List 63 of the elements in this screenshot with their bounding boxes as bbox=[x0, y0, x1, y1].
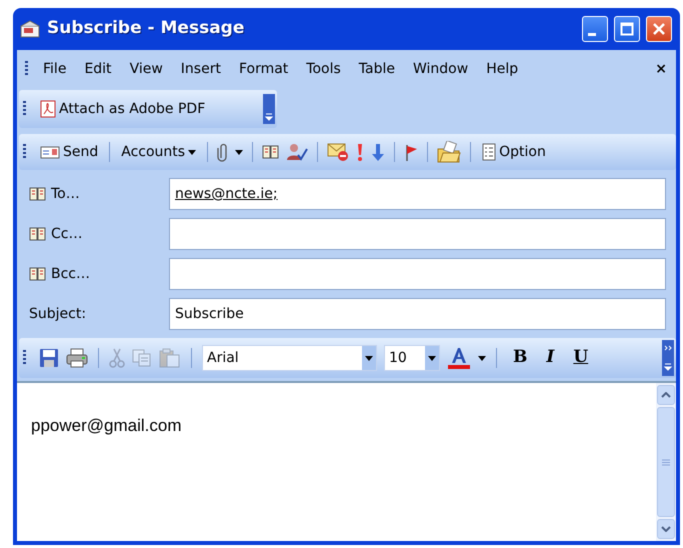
address-book-icon bbox=[29, 266, 47, 282]
folder-icon[interactable] bbox=[437, 141, 462, 163]
check-names-icon[interactable] bbox=[286, 143, 308, 161]
overflow-icon[interactable] bbox=[263, 94, 275, 124]
caret-icon bbox=[365, 356, 373, 360]
input-field[interactable]: news@ncte.ie; bbox=[169, 178, 666, 210]
accounts-button[interactable]: Accounts bbox=[119, 142, 198, 162]
menu-item[interactable]: Format bbox=[230, 56, 298, 82]
minimize-button[interactable] bbox=[582, 16, 608, 42]
document-icon bbox=[482, 143, 496, 161]
scroll-down-button[interactable] bbox=[657, 519, 675, 539]
menu-item[interactable]: View bbox=[120, 56, 172, 82]
flag-icon[interactable] bbox=[404, 143, 418, 161]
address-book-icon bbox=[29, 226, 47, 242]
address-button[interactable]: To… bbox=[29, 184, 169, 204]
overflow-icon[interactable] bbox=[662, 340, 674, 376]
close-menu-button[interactable]: × bbox=[646, 56, 676, 82]
print-icon[interactable] bbox=[66, 348, 88, 368]
minimize-icon bbox=[588, 33, 596, 36]
envelope-icon[interactable] bbox=[327, 142, 350, 162]
address-button[interactable]: Bcc… bbox=[29, 264, 169, 284]
bold-button[interactable]: B bbox=[507, 345, 534, 371]
input-field[interactable]: Subscribe bbox=[169, 298, 666, 330]
italic-button[interactable]: I bbox=[540, 345, 560, 371]
scroll-thumb[interactable] bbox=[657, 407, 675, 517]
input-field[interactable] bbox=[169, 258, 666, 290]
address-button[interactable]: Cc… bbox=[29, 224, 169, 244]
menu-item[interactable]: Insert bbox=[172, 56, 230, 82]
chevron-down-icon bbox=[661, 526, 671, 532]
menu-item[interactable]: Tools bbox=[297, 56, 350, 82]
close-button[interactable] bbox=[646, 16, 672, 42]
menu-item[interactable]: Table bbox=[350, 56, 404, 82]
pdf-icon bbox=[40, 100, 56, 118]
scroll-up-button[interactable] bbox=[657, 385, 675, 405]
grip-icon bbox=[662, 458, 670, 466]
field-label: Subject: bbox=[29, 304, 88, 324]
close-icon bbox=[652, 22, 666, 36]
chevron-up-icon bbox=[661, 392, 671, 398]
paperclip-icon[interactable] bbox=[217, 142, 230, 162]
maximize-icon bbox=[620, 22, 634, 36]
envelope-icon bbox=[19, 19, 41, 39]
options-button[interactable]: Option bbox=[480, 142, 548, 162]
font-size-dropdown[interactable]: 10 bbox=[384, 345, 440, 371]
address-book-icon bbox=[29, 186, 47, 202]
menu-item[interactable]: Help bbox=[477, 56, 528, 82]
menu-item[interactable]: Window bbox=[404, 56, 478, 82]
input-field[interactable] bbox=[169, 218, 666, 250]
menu-item[interactable]: Edit bbox=[75, 56, 121, 82]
down-arrow-icon[interactable] bbox=[371, 142, 386, 162]
caret-icon bbox=[428, 356, 436, 360]
font-color-icon[interactable] bbox=[447, 347, 471, 369]
font-dropdown[interactable]: Arial bbox=[202, 345, 377, 371]
address-book-icon[interactable] bbox=[262, 144, 280, 160]
maximize-button[interactable] bbox=[614, 16, 640, 42]
envelope-icon bbox=[40, 145, 60, 159]
caret-icon bbox=[188, 150, 196, 154]
caret-icon[interactable] bbox=[235, 150, 244, 154]
save-icon[interactable] bbox=[39, 348, 59, 368]
caret-icon[interactable] bbox=[478, 356, 486, 360]
send-button[interactable]: Send bbox=[38, 142, 100, 162]
window-title: Subscribe - Message bbox=[47, 17, 246, 40]
menu-item[interactable]: File bbox=[34, 56, 76, 82]
underline-button[interactable]: U bbox=[567, 345, 594, 371]
